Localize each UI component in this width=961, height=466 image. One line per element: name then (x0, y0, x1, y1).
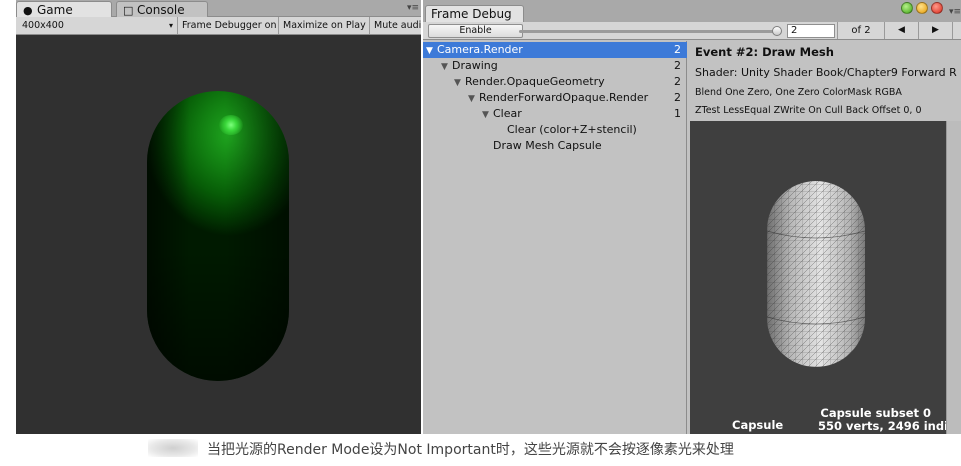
capsule-bottom-shading (147, 91, 289, 381)
tree-row-count: 1 (674, 107, 681, 120)
wireframe-capsule (766, 181, 866, 367)
event-details: Event #2: Draw Mesh Shader: Unity Shader… (688, 41, 961, 434)
zoom-window-button[interactable] (901, 2, 913, 14)
tree-row-label: RenderForwardOpaque.Render (479, 91, 649, 104)
panel-menu-icon[interactable]: ▾≡ (949, 7, 961, 17)
frame-debug-tabbar: Frame Debug ▾≡ (423, 0, 961, 22)
expand-triangle-icon[interactable]: ▼ (454, 75, 465, 91)
tree-row-label: Render.OpaqueGeometry (465, 75, 605, 88)
tree-row-clear[interactable]: ▼ Clear 1 (423, 106, 687, 122)
event-title: Event #2: Draw Mesh (695, 45, 834, 59)
tree-row-label: Drawing (452, 59, 498, 72)
frame-debug-panel: Frame Debug ▾≡ Enable 2 of 2 ◀ ▶ ▼ Camera… (423, 0, 961, 434)
expand-triangle-icon[interactable]: ▼ (482, 107, 493, 123)
maximize-on-play-toggle[interactable]: Maximize on Play (279, 17, 370, 34)
figure-caption: 当把光源的Render Mode设为Not Important时，这些光源就不会… (207, 442, 734, 458)
tree-row-camera-render[interactable]: ▼ Camera.Render 2 (423, 42, 687, 58)
tree-row-clear-color-z-stencil[interactable]: Clear (color+Z+stencil) (423, 122, 687, 138)
blend-state: Blend One Zero, One Zero ColorMask RGBA (695, 87, 902, 98)
specular-highlight (219, 115, 243, 135)
close-window-button[interactable] (931, 2, 943, 14)
tree-row-count: 2 (674, 59, 681, 72)
event-slider-track[interactable] (519, 30, 779, 33)
expand-triangle-icon[interactable]: ▼ (441, 59, 452, 75)
ztest-state: ZTest LessEqual ZWrite On Cull Back Offs… (695, 105, 922, 116)
preview-subset-label: Capsule subset 0 (820, 406, 931, 420)
frame-debugger-toggle[interactable]: Frame Debugger on (178, 17, 279, 34)
minimize-window-button[interactable] (916, 2, 928, 14)
dropdown-arrow-icon: ▾ (168, 21, 173, 30)
game-viewport[interactable] (16, 35, 421, 434)
tab-console[interactable]: □ Console (116, 1, 208, 17)
tree-row-render-opaque-geometry[interactable]: ▼ Render.OpaqueGeometry 2 (423, 74, 687, 90)
preview-scrollbar[interactable] (946, 121, 961, 434)
expand-triangle-icon[interactable]: ▼ (468, 91, 479, 107)
event-tree: ▼ Camera.Render 2 ▼ Drawing 2 ▼ Render.Opaq… (423, 41, 687, 434)
blurred-watermark (148, 439, 198, 457)
chevron-right-icon: ▶ (932, 25, 939, 35)
tree-row-label: Draw Mesh Capsule (493, 139, 602, 152)
enable-button[interactable]: Enable (428, 24, 523, 38)
panel-menu-icon[interactable]: ▾≡ (407, 3, 419, 13)
resolution-value: 400x400 (22, 20, 64, 31)
tree-row-count: 2 (674, 91, 681, 104)
expand-triangle-icon[interactable]: ▼ (426, 43, 437, 59)
next-event-button[interactable]: ▶ (919, 22, 953, 39)
tab-console-label: Console (137, 3, 185, 17)
event-index-field[interactable]: 2 (787, 24, 835, 38)
event-slider-thumb[interactable] (772, 26, 782, 36)
preview-mesh-name: Capsule (732, 418, 784, 432)
shader-name: Shader: Unity Shader Book/Chapter9 Forwa… (695, 66, 957, 79)
tree-row-label: Clear (color+Z+stencil) (507, 123, 637, 136)
tab-game[interactable]: ● Game (16, 1, 112, 17)
event-count-label: of 2 (837, 22, 885, 39)
tree-row-render-forward-opaque[interactable]: ▼ RenderForwardOpaque.Render 2 (423, 90, 687, 106)
preview-mesh-stats: 550 verts, 2496 indices (818, 419, 946, 433)
resolution-dropdown[interactable]: 400x400 ▾ (16, 17, 178, 34)
tab-game-label: Game (37, 3, 73, 17)
tree-row-drawing[interactable]: ▼ Drawing 2 (423, 58, 687, 74)
frame-debug-toolbar: Enable 2 of 2 ◀ ▶ (423, 22, 961, 40)
tree-row-label: Camera.Render (437, 43, 523, 56)
tree-row-count: 2 (674, 75, 681, 88)
chevron-left-icon: ◀ (898, 25, 905, 35)
game-panel: ● Game □ Console ▾≡ 400x400 ▾ Frame Debugg… (16, 0, 421, 434)
tree-row-count: 2 (674, 43, 681, 56)
previous-event-button[interactable]: ◀ (885, 22, 919, 39)
mute-audio-toggle[interactable]: Mute audio (370, 17, 421, 34)
tree-row-label: Clear (493, 107, 522, 120)
tab-frame-debug[interactable]: Frame Debug (425, 5, 524, 22)
mesh-preview[interactable]: Capsule subset 0 Capsule 550 verts, 2496… (690, 121, 946, 434)
game-toolbar: 400x400 ▾ Frame Debugger on Maximize on … (16, 17, 421, 35)
game-tabbar: ● Game □ Console ▾≡ (16, 0, 421, 17)
tree-row-draw-mesh-capsule[interactable]: Draw Mesh Capsule (423, 138, 687, 154)
capsule-wireframe (767, 181, 865, 367)
